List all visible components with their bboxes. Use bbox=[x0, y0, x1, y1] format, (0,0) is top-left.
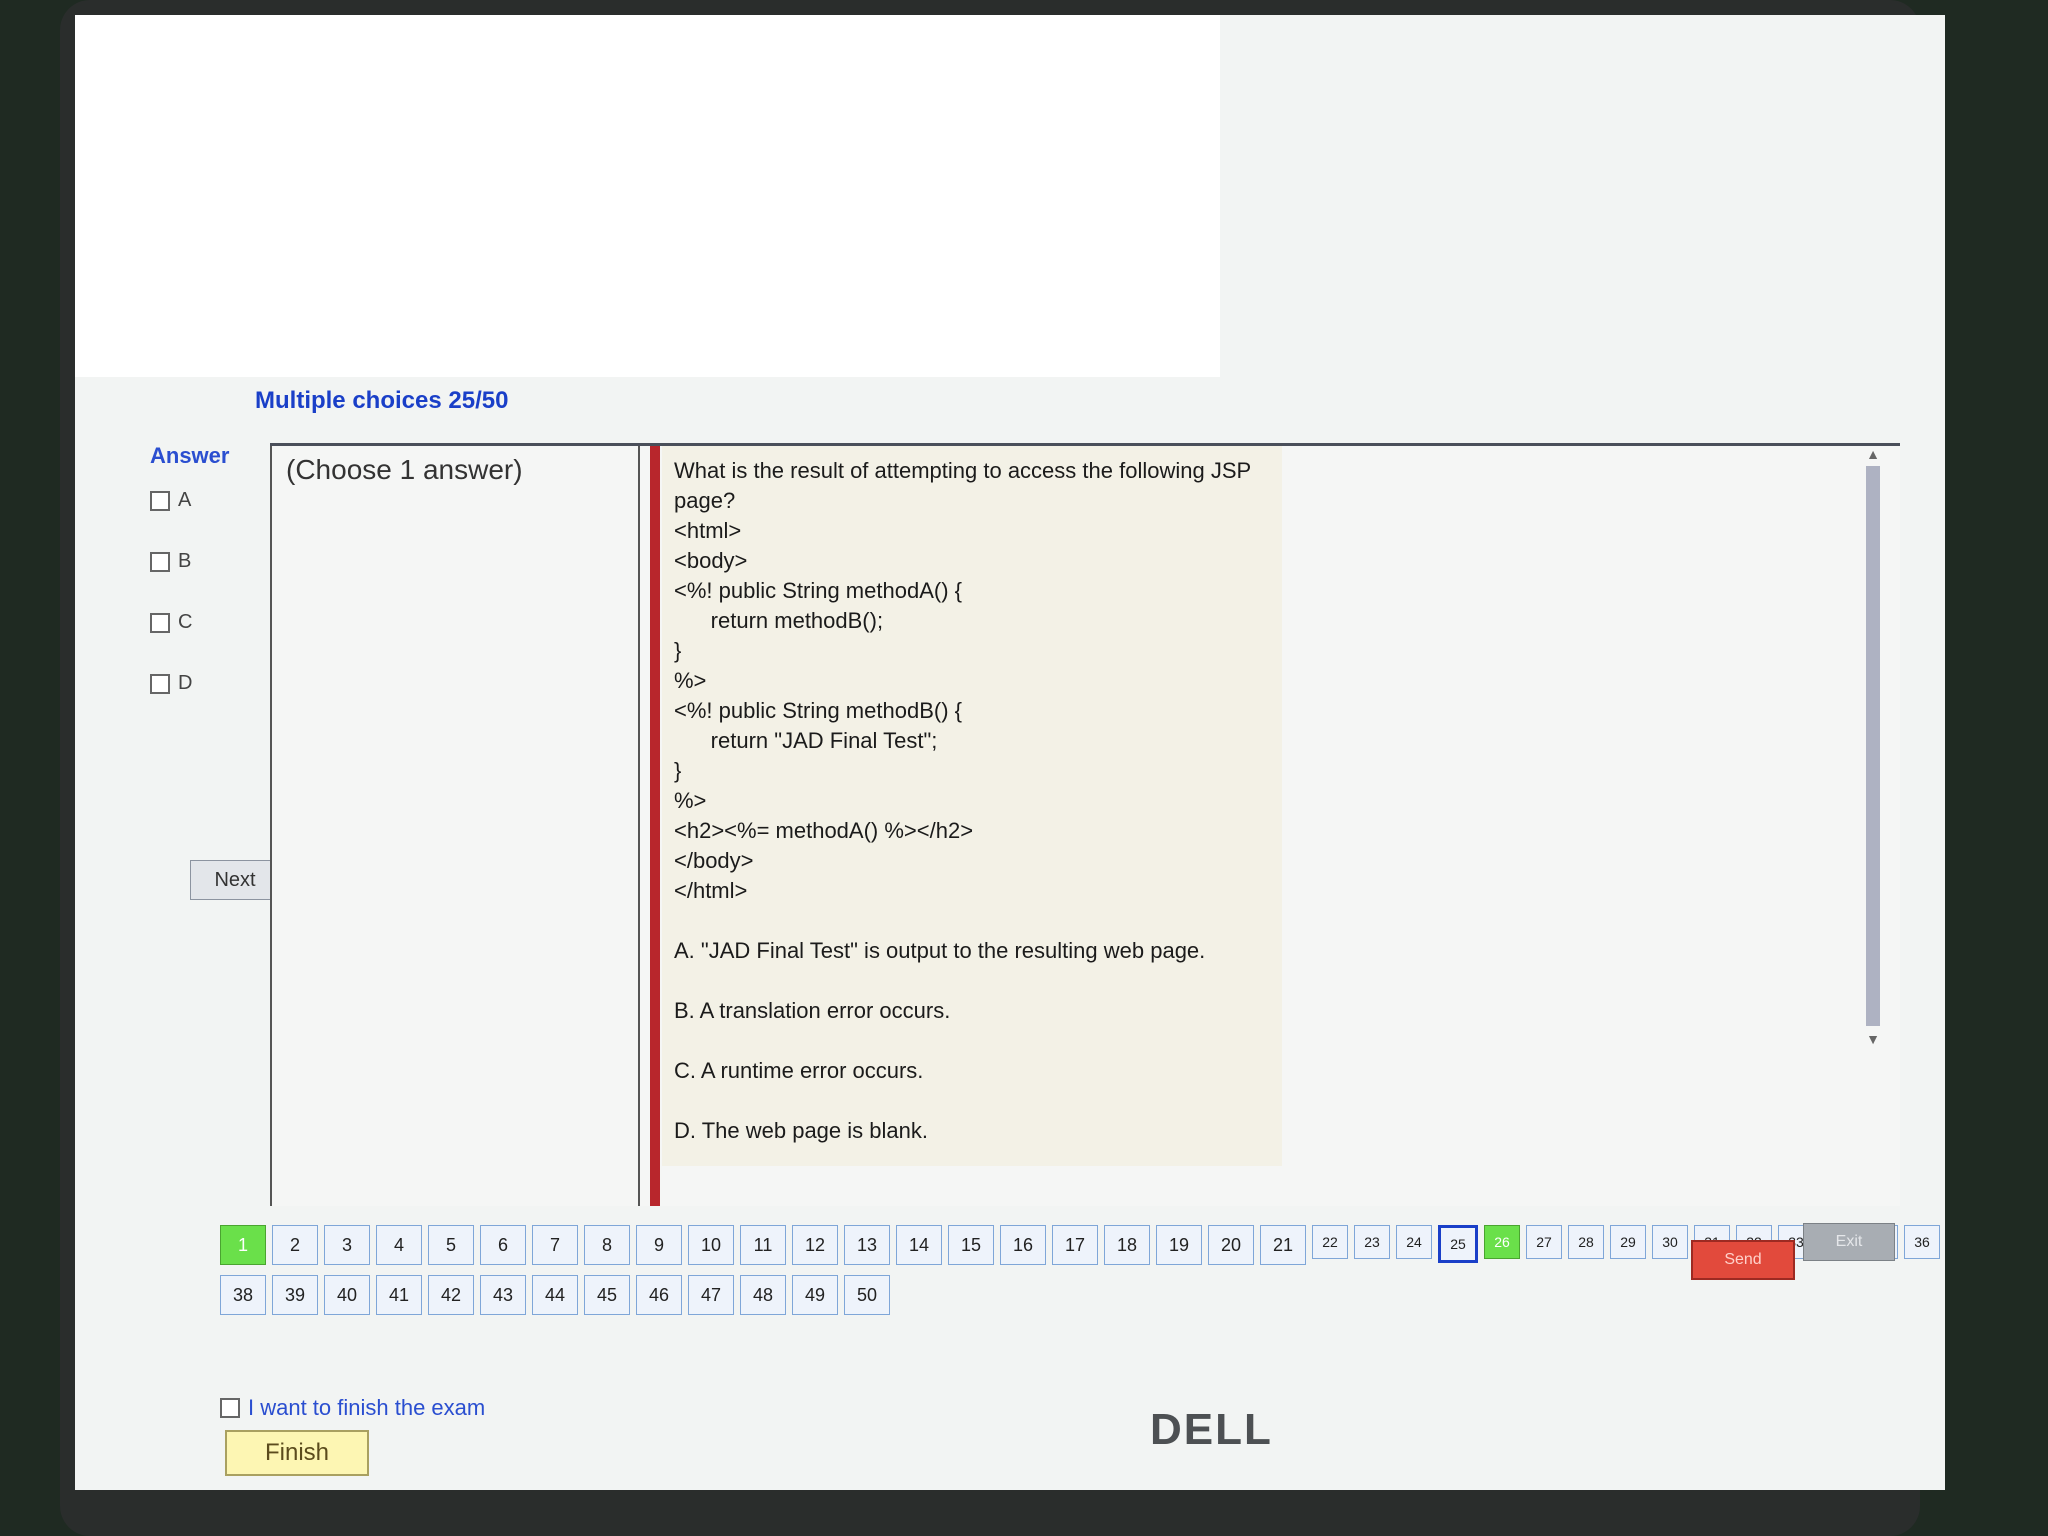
question-nav-10[interactable]: 10 bbox=[688, 1225, 734, 1265]
send-button[interactable]: Send bbox=[1691, 1240, 1795, 1280]
question-nav-row-1: 1 2 3 4 5 6 7 8 9 10 11 12 13 14 15 16 17 18 19 20 21 22 23 24 2… bbox=[220, 1225, 1945, 1265]
question-nav-30[interactable]: 30 bbox=[1652, 1225, 1688, 1259]
question-nav-1[interactable]: 1 bbox=[220, 1225, 266, 1265]
question-nav-row-2: 38 39 40 41 42 43 44 45 46 47 48 49 50 bbox=[220, 1275, 890, 1315]
finish-exam-checkbox[interactable] bbox=[220, 1398, 240, 1418]
answer-option-b[interactable]: B bbox=[150, 550, 250, 573]
question-nav-22[interactable]: 22 bbox=[1312, 1225, 1348, 1259]
answer-column: Answer A B C D bbox=[150, 443, 250, 733]
section-title: Multiple choices 25/50 bbox=[255, 387, 509, 414]
question-nav-11[interactable]: 11 bbox=[740, 1225, 786, 1265]
question-nav-17[interactable]: 17 bbox=[1052, 1225, 1098, 1265]
question-nav-27[interactable]: 27 bbox=[1526, 1225, 1562, 1259]
question-nav-47[interactable]: 47 bbox=[688, 1275, 734, 1315]
question-nav-48[interactable]: 48 bbox=[740, 1275, 786, 1315]
question-divider bbox=[650, 446, 660, 1206]
question-code: <html> <body> <%! public String methodA(… bbox=[674, 518, 974, 903]
question-nav-3[interactable]: 3 bbox=[324, 1225, 370, 1265]
question-nav-6[interactable]: 6 bbox=[480, 1225, 526, 1265]
question-nav-21[interactable]: 21 bbox=[1260, 1225, 1306, 1265]
option-c-label: C bbox=[178, 611, 193, 633]
question-nav-9[interactable]: 9 bbox=[636, 1225, 682, 1265]
question-nav-49[interactable]: 49 bbox=[792, 1275, 838, 1315]
redacted-header bbox=[75, 15, 1220, 377]
vertical-scrollbar[interactable] bbox=[1866, 466, 1880, 1026]
question-nav-24[interactable]: 24 bbox=[1396, 1225, 1432, 1259]
question-nav-25[interactable]: 25 bbox=[1438, 1225, 1478, 1263]
checkbox-b[interactable] bbox=[150, 551, 170, 572]
scroll-down-arrow-icon[interactable]: ▼ bbox=[1866, 1031, 1880, 1047]
question-content: What is the result of attempting to acce… bbox=[662, 446, 1282, 1166]
question-nav-38[interactable]: 38 bbox=[220, 1275, 266, 1315]
question-nav-13[interactable]: 13 bbox=[844, 1225, 890, 1265]
question-nav-44[interactable]: 44 bbox=[532, 1275, 578, 1315]
finish-button[interactable]: Finish bbox=[225, 1430, 369, 1476]
checkbox-c[interactable] bbox=[150, 612, 170, 633]
question-nav-26[interactable]: 26 bbox=[1484, 1225, 1520, 1259]
finish-exam-label: I want to finish the exam bbox=[248, 1395, 486, 1420]
question-nav-4[interactable]: 4 bbox=[376, 1225, 422, 1265]
question-nav-15[interactable]: 15 bbox=[948, 1225, 994, 1265]
question-prompt: What is the result of attempting to acce… bbox=[674, 458, 1251, 513]
answer-label: Answer bbox=[150, 443, 230, 468]
checkbox-a[interactable] bbox=[150, 490, 170, 511]
question-nav-12[interactable]: 12 bbox=[792, 1225, 838, 1265]
choose-instruction: (Choose 1 answer) bbox=[270, 446, 640, 1206]
next-button[interactable]: Next bbox=[190, 860, 280, 900]
question-nav-2[interactable]: 2 bbox=[272, 1225, 318, 1265]
question-nav-8[interactable]: 8 bbox=[584, 1225, 630, 1265]
question-nav-39[interactable]: 39 bbox=[272, 1275, 318, 1315]
question-nav-36[interactable]: 36 bbox=[1904, 1225, 1940, 1259]
answer-option-d[interactable]: D bbox=[150, 672, 250, 695]
question-nav-41[interactable]: 41 bbox=[376, 1275, 422, 1315]
choice-c: C. A runtime error occurs. bbox=[674, 1058, 924, 1083]
question-nav-23[interactable]: 23 bbox=[1354, 1225, 1390, 1259]
checkbox-d[interactable] bbox=[150, 673, 170, 694]
finish-exam-checkbox-row[interactable]: I want to finish the exam bbox=[220, 1395, 485, 1421]
option-d-label: D bbox=[178, 672, 193, 694]
question-nav-40[interactable]: 40 bbox=[324, 1275, 370, 1315]
question-nav-42[interactable]: 42 bbox=[428, 1275, 474, 1315]
question-nav-50[interactable]: 50 bbox=[844, 1275, 890, 1315]
question-nav-45[interactable]: 45 bbox=[584, 1275, 630, 1315]
exam-screen: Multiple choices 25/50 Answer A B C D Ne… bbox=[75, 15, 1945, 1490]
question-nav-46[interactable]: 46 bbox=[636, 1275, 682, 1315]
question-nav-19[interactable]: 19 bbox=[1156, 1225, 1202, 1265]
question-nav-14[interactable]: 14 bbox=[896, 1225, 942, 1265]
question-nav-5[interactable]: 5 bbox=[428, 1225, 474, 1265]
question-nav-18[interactable]: 18 bbox=[1104, 1225, 1150, 1265]
question-nav-7[interactable]: 7 bbox=[532, 1225, 578, 1265]
exit-button[interactable]: Exit bbox=[1803, 1223, 1895, 1261]
choice-d: D. The web page is blank. bbox=[674, 1118, 928, 1143]
question-nav-43[interactable]: 43 bbox=[480, 1275, 526, 1315]
question-nav-29[interactable]: 29 bbox=[1610, 1225, 1646, 1259]
answer-option-c[interactable]: C bbox=[150, 611, 250, 634]
choice-b: B. A translation error occurs. bbox=[674, 998, 951, 1023]
dell-logo: DELL bbox=[1150, 1405, 1273, 1454]
choice-a: A. "JAD Final Test" is output to the res… bbox=[674, 938, 1206, 963]
question-nav-28[interactable]: 28 bbox=[1568, 1225, 1604, 1259]
answer-option-a[interactable]: A bbox=[150, 489, 250, 512]
scroll-up-arrow-icon[interactable]: ▲ bbox=[1866, 446, 1880, 462]
question-nav-16[interactable]: 16 bbox=[1000, 1225, 1046, 1265]
question-panel: (Choose 1 answer) What is the result of … bbox=[270, 443, 1900, 1206]
option-a-label: A bbox=[178, 489, 192, 511]
option-b-label: B bbox=[178, 550, 192, 572]
question-nav-20[interactable]: 20 bbox=[1208, 1225, 1254, 1265]
